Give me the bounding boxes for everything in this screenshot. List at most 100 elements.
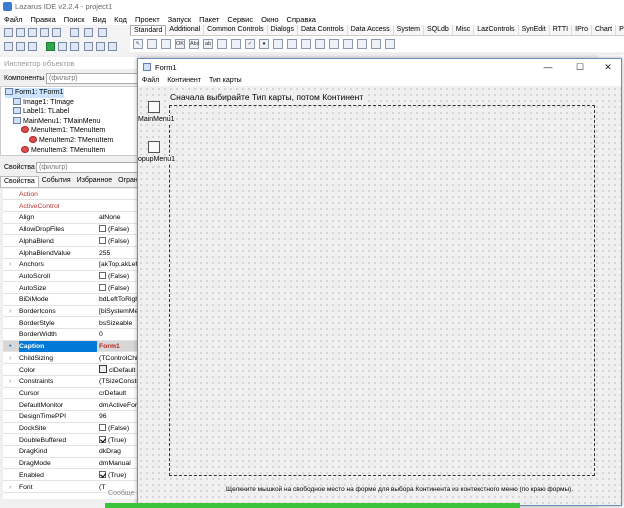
palette-tab[interactable]: SQLdb — [424, 25, 453, 35]
property-row[interactable]: BiDiMode bdLeftToRigh — [3, 294, 140, 306]
actionlist-component-icon[interactable] — [385, 39, 395, 49]
groupbox-component-icon[interactable] — [315, 39, 325, 49]
popupmenu-component-icon[interactable] — [161, 39, 171, 49]
mainmenu-component-icon[interactable] — [147, 39, 157, 49]
property-row[interactable]: DockSite (False) — [3, 423, 140, 435]
add-to-project-icon[interactable] — [16, 42, 25, 51]
property-value[interactable]: clDefault — [99, 364, 140, 376]
tree-node[interactable]: Label1: TLabel — [13, 107, 69, 117]
checkbox-icon[interactable] — [99, 435, 106, 443]
property-row[interactable]: DefaultMonitor dmActiveForm — [3, 400, 140, 411]
property-value[interactable]: (True) — [99, 435, 140, 446]
property-row[interactable]: DesignTimePPI 96 — [3, 411, 140, 423]
property-value[interactable]: Form1 — [99, 341, 140, 352]
property-value[interactable]: (False) — [99, 236, 140, 247]
palette-tab[interactable]: Chart — [592, 25, 617, 35]
tree-node[interactable]: MenuItem1: TMenuItem — [21, 126, 105, 136]
tree-node[interactable]: MenuItem2: TMenuItem — [29, 136, 113, 146]
togglebox-component-icon[interactable] — [231, 39, 241, 49]
property-value[interactable]: alNone — [99, 212, 140, 223]
checkgroup-component-icon[interactable] — [343, 39, 353, 49]
property-value[interactable]: dmActiveForm — [99, 400, 140, 411]
label1[interactable]: Сначала выбирайте Тип карты, потом Конти… — [168, 92, 366, 102]
property-row[interactable]: › Anchors [akTop,akLeft — [3, 259, 140, 271]
image1[interactable] — [169, 105, 595, 476]
combobox-component-icon[interactable] — [287, 39, 297, 49]
property-row[interactable]: BorderWidth 0 — [3, 329, 140, 341]
expand-arrow-icon[interactable]: › — [9, 259, 11, 270]
property-row[interactable]: ActiveControl — [3, 201, 140, 213]
property-row[interactable]: AlphaBlendValue 255 — [3, 248, 140, 259]
property-row[interactable]: DoubleBuffered (True) — [3, 435, 140, 447]
radiobutton-component-icon[interactable]: ● — [259, 39, 269, 49]
memo-component-icon[interactable] — [217, 39, 227, 49]
palette-tab[interactable]: Additional — [166, 25, 205, 35]
ide-menu-item[interactable]: Вид — [93, 15, 107, 24]
expand-arrow-icon[interactable]: › — [9, 482, 11, 493]
ide-menu-item[interactable]: Сервис — [227, 15, 253, 24]
properties-filter-input[interactable]: (фильтр) — [36, 162, 138, 173]
form1-menu-item[interactable]: Континент — [167, 75, 201, 86]
label2[interactable]: Щелкните мышкой на свободное место на фо… — [226, 486, 574, 493]
palette-tab[interactable]: SynEdit — [519, 25, 550, 35]
ide-menu-item[interactable]: Проект — [135, 15, 160, 24]
checkbox-icon[interactable] — [99, 470, 106, 478]
property-value[interactable]: (False) — [99, 224, 140, 235]
step-over-icon[interactable] — [96, 42, 105, 51]
save-icon[interactable] — [40, 28, 49, 37]
listbox-component-icon[interactable] — [273, 39, 283, 49]
palette-tab[interactable]: System — [394, 25, 425, 35]
palette-tab[interactable]: LazControls — [474, 25, 519, 35]
toggle-form-icon[interactable] — [70, 28, 79, 37]
remove-from-project-icon[interactable] — [28, 42, 37, 51]
property-row[interactable]: › BorderIcons [biSystemMe — [3, 306, 140, 318]
ide-menu-item[interactable]: Файл — [4, 15, 22, 24]
palette-tab[interactable]: Data Controls — [298, 25, 348, 35]
inspector-tab[interactable]: События — [39, 176, 74, 187]
run-icon[interactable] — [46, 42, 55, 51]
property-row[interactable]: Color clDefault — [3, 364, 140, 376]
property-row[interactable]: BorderStyle bsSizeable — [3, 318, 140, 330]
ide-menu-item[interactable]: Справка — [287, 15, 316, 24]
property-value[interactable]: [biSystemMe — [99, 306, 140, 317]
property-value[interactable]: 0 — [99, 329, 140, 340]
inspector-tab[interactable]: Свойства — [0, 176, 39, 187]
maximize-button[interactable]: ☐ — [570, 61, 590, 73]
palette-tab[interactable]: Dialogs — [268, 25, 298, 35]
property-value[interactable]: 96 — [99, 411, 140, 422]
property-row[interactable]: Align alNone — [3, 212, 140, 224]
new-unit-icon[interactable] — [4, 28, 13, 37]
form1-design-surface[interactable]: Сначала выбирайте Тип карты, потом Конти… — [138, 86, 621, 505]
property-value[interactable]: (True) — [99, 470, 140, 481]
frame-component-icon[interactable] — [371, 39, 381, 49]
tree-node[interactable]: Image1: TImage — [13, 97, 74, 108]
property-value[interactable]: bdLeftToRigh — [99, 294, 140, 305]
checkbox-icon[interactable] — [99, 271, 106, 279]
palette-tab[interactable]: Common Controls — [204, 25, 268, 35]
expand-arrow-icon[interactable]: › — [9, 376, 11, 387]
form1-menu-item[interactable]: Тип карты — [209, 75, 242, 86]
panel-component-icon[interactable] — [357, 39, 367, 49]
property-value[interactable]: (False) — [99, 271, 140, 282]
checkbox-icon[interactable] — [99, 283, 106, 291]
palette-tab[interactable]: Pascal Sc — [616, 25, 624, 35]
stop-icon[interactable] — [70, 42, 79, 51]
new-form-icon[interactable] — [16, 28, 25, 37]
pause-icon[interactable] — [58, 42, 67, 51]
property-row[interactable]: › ChildSizing (TControlChil — [3, 353, 140, 365]
button-component-icon[interactable]: OK — [175, 39, 185, 49]
step-into-icon[interactable] — [84, 42, 93, 51]
expand-arrow-icon[interactable]: › — [9, 306, 11, 317]
property-row[interactable]: AllowDropFiles (False) — [3, 224, 140, 236]
property-row[interactable]: Action — [3, 189, 140, 201]
minimize-button[interactable]: — — [538, 61, 558, 73]
tree-node[interactable]: MenuItem3: TMenuItem — [21, 145, 105, 156]
label-component-icon[interactable]: Abc — [189, 39, 199, 49]
property-value[interactable]: dmManual — [99, 458, 140, 469]
tree-node[interactable]: MainMenu1: TMainMenu — [13, 116, 100, 127]
property-row[interactable]: DragKind dkDrag — [3, 446, 140, 458]
ide-menu-item[interactable]: Запуск — [168, 15, 191, 24]
property-value[interactable]: (TSizeConstra — [99, 376, 140, 387]
inspector-tab[interactable]: Избранное — [74, 176, 115, 187]
mainmenu1-icon[interactable] — [148, 101, 160, 113]
